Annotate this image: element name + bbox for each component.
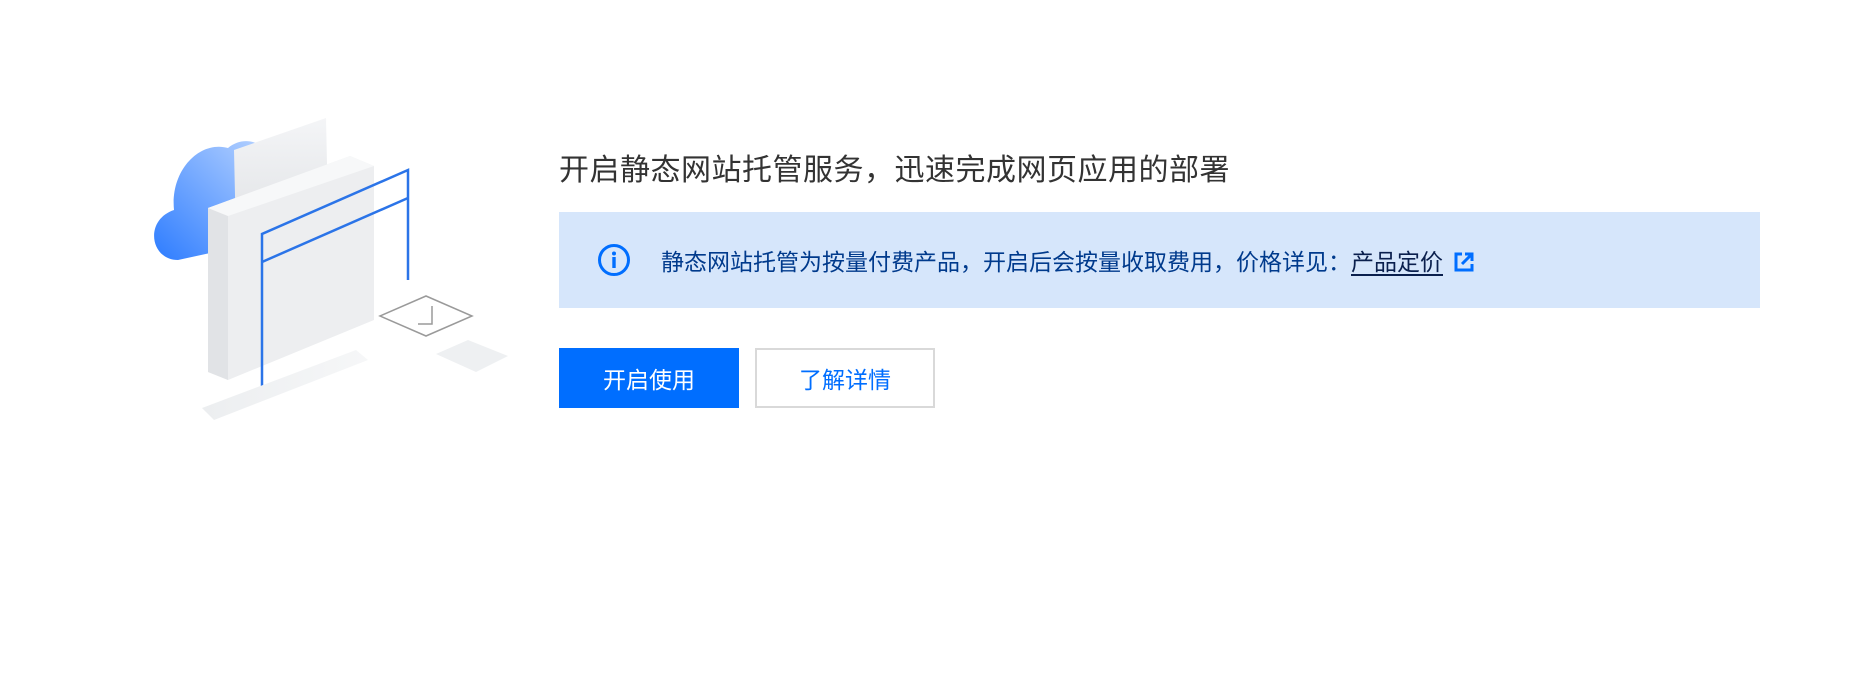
notice-text-wrapper: 静态网站托管为按量付费产品，开启后会按量收取费用，价格详见：产品定价	[661, 243, 1475, 277]
pricing-notice: 静态网站托管为按量付费产品，开启后会按量收取费用，价格详见：产品定价	[559, 212, 1760, 308]
info-icon	[598, 244, 630, 276]
page-title: 开启静态网站托管服务，迅速完成网页应用的部署	[559, 153, 1230, 188]
pricing-link[interactable]: 产品定价	[1351, 250, 1443, 276]
notice-text: 静态网站托管为按量付费产品，开启后会按量收取费用，价格详见：	[661, 250, 1351, 276]
main-content: 开启静态网站托管服务，迅速完成网页应用的部署 静态网站托管为按量付费产品，开启后…	[559, 150, 1760, 408]
learn-more-button[interactable]: 了解详情	[755, 348, 935, 408]
external-link-icon[interactable]	[1453, 251, 1475, 273]
action-buttons: 开启使用 了解详情	[559, 348, 1759, 408]
enable-button[interactable]: 开启使用	[559, 348, 739, 408]
static-hosting-empty-state: 开启静态网站托管服务，迅速完成网页应用的部署 静态网站托管为按量付费产品，开启后…	[0, 0, 1864, 674]
cloud-server-illustration	[154, 118, 508, 420]
